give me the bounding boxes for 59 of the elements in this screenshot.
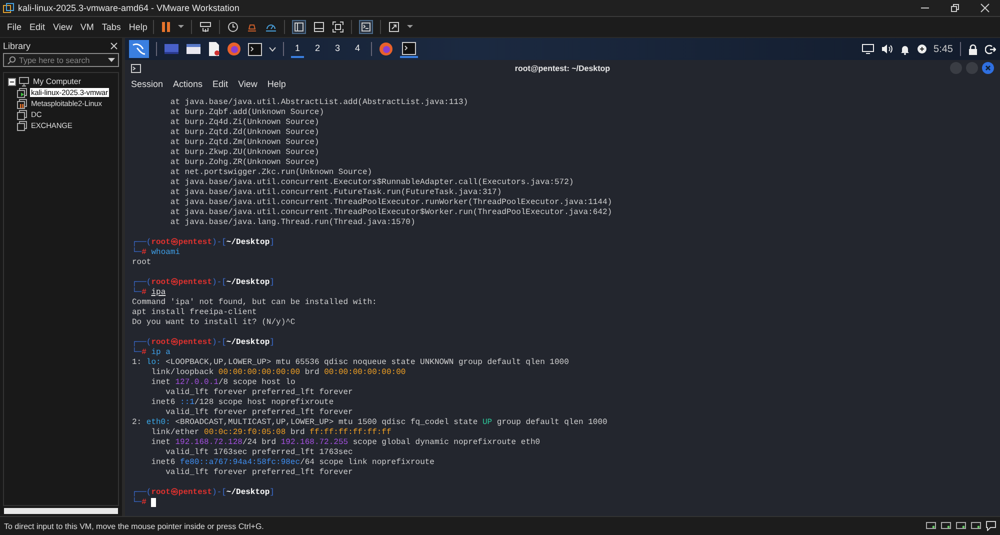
terminal-line: at burp.Zohg.ZR(Unknown Source) (169, 158, 320, 168)
terminal-line: inet 192.168.72.128/24 brd 192.168.72.255 scope global dynamic noprefixroute eth0 (150, 438, 542, 448)
terminal-line: ┌──(root㉿pentest)-[~/Desktop] (132, 488, 276, 497)
terminal-line: at burp.Zqbf.add(Unknown Source) (169, 108, 326, 118)
terminal-line: └─# ip a (132, 348, 172, 358)
menu-item[interactable]: Help (267, 79, 286, 89)
menu-item[interactable]: VM (76, 22, 98, 32)
menu-item[interactable]: Edit (26, 22, 50, 32)
terminal-line: apt install freeipa-client (132, 308, 258, 318)
terminal-title: root@pentest: ~/Desktop (514, 64, 610, 72)
window-title: kali-linux-2025.3-vmware-amd64 - VMware Workstation (18, 3, 240, 13)
terminal-line: Command 'ipa' not found, but can be installed with: (132, 298, 378, 308)
terminal-line: at java.base/java.util.concurrent.Executors$RunnableAdapter.call(Executors.java:572) (169, 178, 575, 188)
workspace-tab[interactable]: 2 (311, 40, 324, 58)
terminal-line: inet 127.0.0.1/8 scope host lo (150, 378, 296, 388)
terminal-line: └─# ipa (132, 288, 167, 298)
menu-item[interactable]: View (49, 22, 76, 32)
menu-item[interactable]: Actions (173, 79, 203, 89)
terminal-line: Do you want to install it? (N/y)^C (132, 318, 296, 328)
terminal-line: ┌──(root㉿pentest)-[~/Desktop] (132, 238, 276, 247)
terminal-line: at java.base/java.lang.Thread.run(Thread.java:1570) (169, 218, 416, 228)
menu-item[interactable]: Session (131, 79, 164, 89)
menu-item[interactable]: File (3, 22, 26, 32)
terminal-line: at net.portswigger.Zkc.run(Unknown Source) (169, 168, 374, 178)
terminal-line: root (132, 258, 152, 268)
terminal-line: at java.base/java.util.concurrent.FutureTask.run(FutureTask.java:317) (169, 188, 503, 198)
clock: 5:45 (934, 44, 953, 54)
terminal-line: inet6 ::1/128 scope host noprefixroute (150, 398, 335, 408)
terminal-line: inet6 fe80::a767:94a4:58fc:98ec/64 scope link noprefixroute (150, 458, 436, 468)
terminal-line: └─# whoami (132, 248, 182, 258)
workspace-tab[interactable]: 4 (351, 40, 364, 58)
terminal-line: valid_lft forever preferred_lft forever (164, 468, 354, 478)
terminal-line: at java.base/java.util.concurrent.ThreadPoolExecutor$Worker.run(ThreadPoolExecutor.java:642) (169, 208, 614, 218)
terminal-line: at burp.Zqtd.Zd(Unknown Source) (169, 128, 320, 138)
search-field[interactable]: Type here to search (3, 53, 119, 67)
menu-item[interactable]: Help (124, 22, 152, 32)
status-text: To direct input to this VM, move the mouse pointer inside or press Ctrl+G. (4, 522, 264, 530)
terminal-line: at java.base/java.util.concurrent.ThreadPoolExecutor.runWorker(ThreadPoolExecutor.java:1144) (169, 198, 614, 208)
terminal-line: at burp.Zq4d.Zi(Unknown Source) (169, 118, 320, 128)
terminal-line: at burp.Zqtd.Zm(Unknown Source) (169, 138, 320, 148)
terminal-line: ┌──(root㉿pentest)-[~/Desktop] (132, 278, 276, 287)
terminal-line: link/loopback 00:00:00:00:00:00 brd 00:00:00:00:00:00 (150, 368, 407, 378)
terminal-line: at burp.Zkwp.ZU(Unknown Source) (169, 148, 320, 158)
library-title: Library (3, 41, 31, 51)
terminal-line: link/ether 00:0c:29:f0:05:08 brd ff:ff:ff:ff:ff:ff (150, 428, 392, 438)
menu-item[interactable]: Tabs (98, 22, 125, 32)
terminal-line: valid_lft forever preferred_lft forever (164, 388, 354, 398)
terminal-line: 1: lo: <LOOPBACK,UP,LOWER_UP> mtu 65536 qdisc noqueue state UNKNOWN group default qlen 1000 (132, 358, 570, 368)
terminal-line: 2: eth0: <BROADCAST,MULTICAST,UP,LOWER_UP> mtu 1500 qdisc fq_codel state UP group default qlen 1000 (132, 418, 608, 428)
terminal-line: ┌──(root㉿pentest)-[~/Desktop] (132, 338, 276, 347)
terminal-line: valid_lft forever preferred_lft forever (164, 408, 354, 418)
menu-item[interactable]: View (238, 79, 258, 89)
terminal-line: └─# (132, 498, 1000, 508)
tree-item[interactable]: My Computer (32, 77, 82, 86)
terminal-line: at java.base/java.util.AbstractList.add(AbstractList.java:113) (169, 98, 470, 108)
workspace-tab[interactable]: 1 (291, 40, 304, 58)
terminal-line: valid_lft 1763sec preferred_lft 1763sec (164, 448, 354, 458)
menu-item[interactable]: Edit (212, 79, 228, 89)
workspace-tab[interactable]: 3 (331, 40, 344, 58)
